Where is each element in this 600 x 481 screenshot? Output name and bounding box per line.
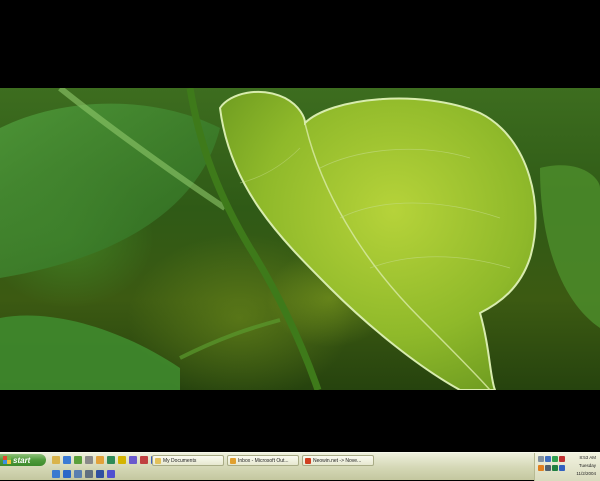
folder-icon (155, 457, 161, 464)
calculator-icon[interactable] (85, 456, 93, 464)
clock-day: Tuesday (578, 463, 596, 468)
msn-icon[interactable] (552, 456, 558, 462)
system-tray: 8:53 AM Tuesday 11/2/2004 (534, 453, 600, 481)
start-button[interactable]: start (0, 454, 46, 466)
tool-icon[interactable] (140, 456, 148, 464)
browser-icon (305, 457, 311, 464)
speaker-icon[interactable] (538, 456, 544, 462)
taskbar-button-label: Inbox - Microsoft Out... (238, 457, 289, 464)
windows-logo-icon (3, 456, 11, 464)
ie-icon[interactable] (63, 470, 71, 478)
window-icon[interactable] (74, 470, 82, 478)
desktop[interactable] (0, 0, 600, 452)
chart-icon[interactable] (552, 465, 558, 471)
messenger-icon[interactable] (559, 465, 565, 471)
monitor-icon[interactable] (85, 470, 93, 478)
outlook-icon[interactable] (96, 456, 104, 464)
clock[interactable]: 8:53 AM Tuesday 11/2/2004 (576, 454, 596, 478)
ie-icon[interactable] (63, 456, 71, 464)
taskbar-button-label: My Documents (163, 457, 197, 464)
network-icon[interactable] (545, 456, 551, 462)
media-player-icon[interactable] (107, 470, 115, 478)
disk-icon[interactable] (96, 470, 104, 478)
aim-icon[interactable] (118, 456, 126, 464)
taskbar-button[interactable]: Neowin.net -> Nove... (302, 455, 374, 466)
taskbar-button[interactable]: My Documents (152, 455, 224, 466)
taskbar-button[interactable]: Inbox - Microsoft Out... (227, 455, 299, 466)
start-label: start (13, 455, 31, 465)
folder-icon[interactable] (52, 456, 60, 464)
media-icon[interactable] (129, 456, 137, 464)
wallpaper-leaf-image (0, 88, 600, 390)
globe-icon[interactable] (52, 470, 60, 478)
checkmark-icon[interactable] (107, 456, 115, 464)
msn-icon[interactable] (74, 456, 82, 464)
taskbar: start My Documents Inbox - Microsoft Out.… (0, 452, 600, 481)
taskbar-button-label: Neowin.net -> Nove... (313, 457, 362, 464)
clock-date: 11/2/2004 (576, 471, 596, 476)
alert-icon[interactable] (538, 465, 544, 471)
shield-icon[interactable] (559, 456, 565, 462)
disk-icon[interactable] (545, 465, 551, 471)
clock-time: 8:53 AM (579, 455, 596, 460)
outlook-icon (230, 457, 236, 464)
